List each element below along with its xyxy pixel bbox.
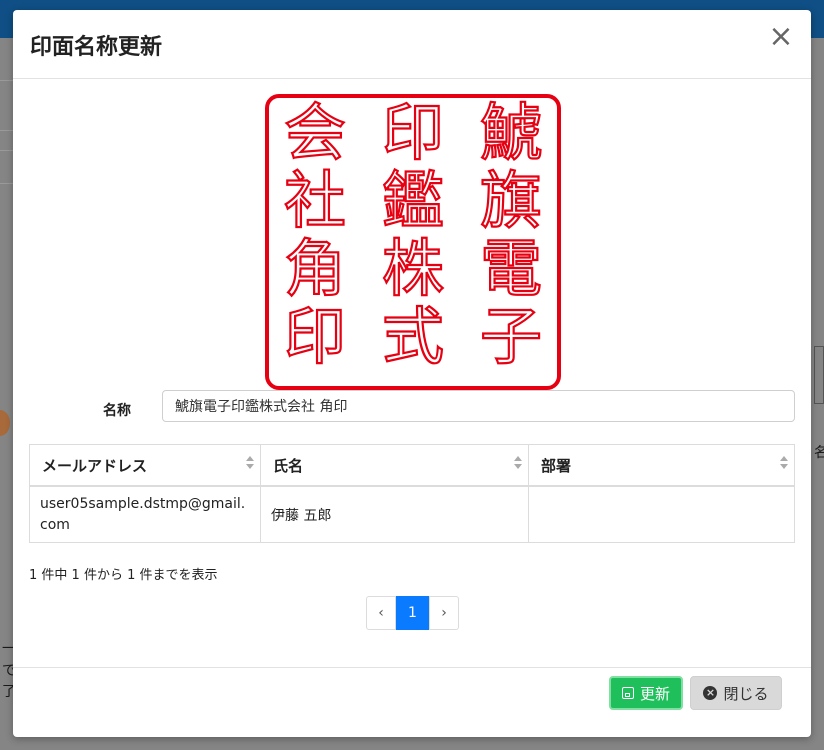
column-header-label: 部署	[541, 456, 572, 475]
cell-department	[528, 485, 795, 543]
save-icon	[621, 687, 634, 699]
background-divider	[0, 130, 14, 131]
seal-character: 式	[382, 300, 444, 373]
name-input[interactable]	[162, 390, 795, 422]
name-label: 名称	[103, 403, 131, 419]
table-header-row: メールアドレス 氏名 部署	[29, 444, 795, 487]
column-header-name[interactable]: 氏名	[260, 444, 529, 487]
sort-icon	[780, 456, 788, 472]
cell-name: 伊藤 五郎	[260, 485, 529, 543]
seal-character: 角	[284, 232, 346, 305]
background-label: 名	[814, 445, 824, 461]
pagination-page-1[interactable]: 1	[396, 596, 429, 630]
seal-svg: 鯱旗電子 印鑑株式 会社角印	[265, 94, 561, 390]
column-header-email[interactable]: メールアドレス	[29, 444, 261, 487]
user-table: メールアドレス 氏名 部署 user05sample.dstmp@gmail.c…	[29, 444, 795, 543]
seal-character: 印	[382, 96, 444, 169]
table-row[interactable]: user05sample.dstmp@gmail.com 伊藤 五郎	[29, 485, 795, 543]
pagination-prev-button[interactable]: ‹	[366, 596, 396, 630]
seal-character: 旗	[480, 164, 542, 237]
column-header-label: 氏名	[273, 456, 304, 475]
seal-image: 鯱旗電子 印鑑株式 会社角印	[265, 94, 561, 390]
seal-name-update-modal: 印面名称更新 × 鯱旗電子 印鑑株式 会社角印 名称 メールアドレス 氏名 部署	[13, 10, 811, 737]
column-header-label: メールアドレス	[42, 456, 148, 475]
seal-character: 鑑	[382, 164, 444, 237]
sort-icon	[246, 456, 254, 472]
update-button-label: 更新	[639, 684, 670, 703]
close-circle-icon: ×	[703, 686, 718, 700]
seal-character: 印	[284, 300, 346, 373]
seal-character: 社	[284, 164, 346, 237]
cell-email: user05sample.dstmp@gmail.com	[29, 485, 261, 543]
background-divider	[0, 80, 14, 81]
sort-icon	[514, 456, 522, 472]
background-divider	[0, 150, 14, 151]
close-button-label: 閉じる	[723, 684, 769, 703]
update-button[interactable]: 更新	[609, 676, 683, 710]
pagination-next-button[interactable]: ›	[429, 596, 459, 630]
background-stamp-thumbnail	[814, 346, 824, 404]
close-icon[interactable]: ×	[767, 22, 795, 52]
seal-character: 鯱	[480, 96, 542, 169]
background-divider	[0, 183, 14, 184]
seal-character: 電	[480, 232, 542, 305]
pagination: ‹ 1 ›	[366, 596, 459, 630]
close-button[interactable]: × 閉じる	[690, 676, 782, 710]
modal-header: 印面名称更新 ×	[13, 10, 811, 79]
table-info: 1 件中 1 件から 1 件までを表示	[29, 568, 218, 583]
seal-character: 株	[382, 232, 444, 305]
column-header-department[interactable]: 部署	[528, 444, 795, 487]
modal-title: 印面名称更新	[30, 35, 163, 60]
seal-character: 会	[284, 96, 346, 169]
seal-character: 子	[480, 300, 542, 373]
